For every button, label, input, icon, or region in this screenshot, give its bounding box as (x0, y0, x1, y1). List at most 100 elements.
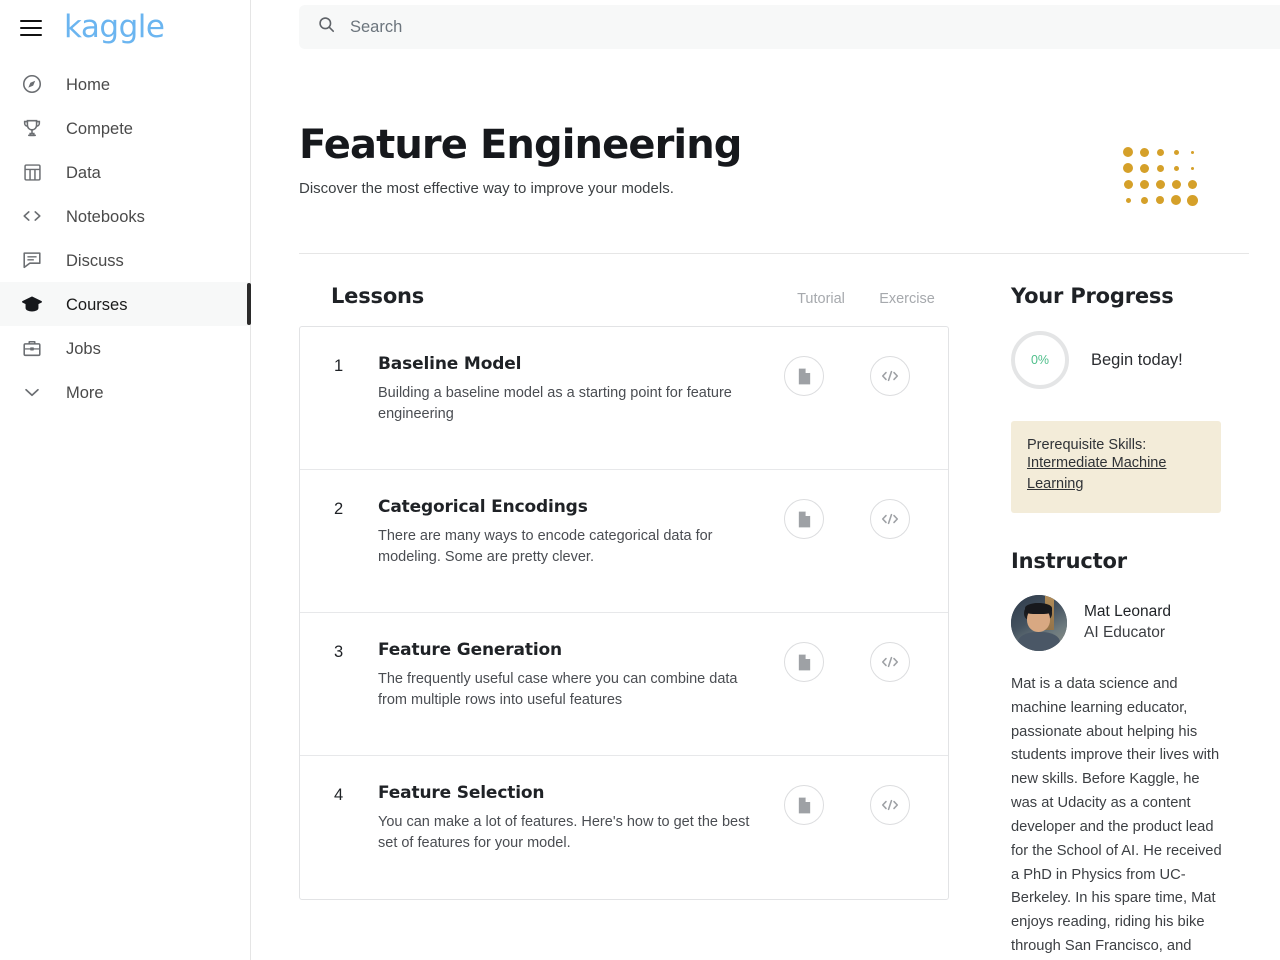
sidebar-item-more[interactable]: More (0, 370, 250, 414)
chevron-down-icon (19, 379, 45, 405)
document-icon (796, 653, 813, 672)
decorative-dot (1168, 144, 1184, 160)
lesson-number: 2 (334, 500, 344, 518)
lesson-title[interactable]: Feature Generation (378, 640, 758, 660)
sidebar-item-label: Jobs (66, 339, 101, 358)
instructor-row: Mat Leonard AI Educator (1011, 595, 1233, 652)
sidebar-item-courses[interactable]: Courses (0, 282, 251, 326)
progress-ring: 0% (1011, 331, 1069, 389)
sidebar-brand-row: kaggle (0, 0, 250, 56)
course-info-panel: Your Progress 0% Begin today! Prerequisi… (1011, 284, 1233, 960)
lesson-description: You can make a lot of features. Here's h… (378, 814, 750, 851)
main-content: Search Feature Engineering Discover the … (251, 0, 1280, 960)
decorative-dot-grid (1120, 144, 1200, 208)
decorative-dot (1152, 160, 1168, 176)
decorative-dot (1184, 192, 1200, 208)
lesson-row[interactable]: 2 Categorical Encodings There are many way… (300, 470, 948, 613)
decorative-dot (1168, 192, 1184, 208)
code-brackets-icon (880, 654, 900, 670)
tutorial-button[interactable] (784, 499, 824, 539)
instructor-bio: Mat is a data science and machine learni… (1011, 676, 1222, 954)
trophy-icon (19, 115, 45, 141)
search-icon (317, 15, 336, 39)
decorative-dot (1152, 192, 1168, 208)
sidebar-item-home[interactable]: Home (0, 62, 250, 106)
sidebar-item-data[interactable]: Data (0, 150, 250, 194)
lesson-number: 4 (334, 786, 344, 804)
lesson-title[interactable]: Feature Selection (378, 783, 758, 803)
search-input[interactable]: Search (350, 18, 402, 37)
instructor-role: AI Educator (1084, 624, 1165, 642)
sidebar: kaggle Home Compete Data Notebooks Discu… (0, 0, 251, 960)
decorative-dot (1120, 192, 1136, 208)
lesson-title[interactable]: Baseline Model (378, 354, 758, 374)
exercise-button-cell (848, 356, 932, 396)
sidebar-item-compete[interactable]: Compete (0, 106, 250, 150)
lesson-description: The frequently useful case where you can… (378, 671, 738, 708)
tutorial-button[interactable] (784, 785, 824, 825)
exercise-button[interactable] (870, 642, 910, 682)
code-brackets-icon (880, 368, 900, 384)
code-brackets-icon (880, 797, 900, 813)
exercise-button-cell (848, 499, 932, 539)
exercise-button[interactable] (870, 356, 910, 396)
lessons-section: Lessons Tutorial Exercise 1 Baseline Mode… (299, 284, 949, 960)
decorative-dot (1152, 144, 1168, 160)
lessons-card: 1 Baseline Model Building a baseline model… (299, 326, 949, 900)
document-icon (796, 367, 813, 386)
decorative-dot (1168, 176, 1184, 192)
prerequisite-box: Prerequisite Skills: Intermediate Machin… (1011, 421, 1221, 514)
graduation-cap-icon (19, 291, 45, 317)
lesson-actions (760, 354, 948, 396)
tutorial-button-cell (760, 356, 848, 396)
sidebar-nav: Home Compete Data Notebooks Discuss Cour… (0, 62, 251, 414)
lesson-number: 1 (334, 357, 344, 375)
search-bar[interactable]: Search (299, 5, 1280, 49)
sidebar-item-discuss[interactable]: Discuss (0, 238, 250, 282)
sidebar-item-label: More (66, 383, 104, 402)
instructor-avatar (1011, 595, 1067, 652)
lesson-row[interactable]: 3 Feature Generation The frequently useful… (300, 613, 948, 756)
decorative-dot (1136, 160, 1152, 176)
sidebar-item-jobs[interactable]: Jobs (0, 326, 250, 370)
exercise-button[interactable] (870, 785, 910, 825)
lesson-text: Feature Selection You can make a lot of f… (378, 783, 758, 853)
section-divider (299, 253, 1249, 254)
decorative-dot (1168, 160, 1184, 176)
decorative-dot (1184, 160, 1200, 176)
exercise-button-cell (848, 642, 932, 682)
decorative-dot (1184, 176, 1200, 192)
tutorial-button[interactable] (784, 642, 824, 682)
progress-title: Your Progress (1011, 284, 1174, 308)
decorative-dot (1184, 144, 1200, 160)
progress-percent: 0% (1030, 353, 1050, 367)
column-header-tutorial: Tutorial (797, 291, 845, 307)
lesson-row[interactable]: 4 Feature Selection You can make a lot of … (300, 756, 948, 899)
sidebar-item-label: Courses (66, 295, 128, 314)
comment-icon (19, 247, 45, 273)
document-icon (796, 796, 813, 815)
lessons-title: Lessons (331, 284, 425, 308)
decorative-dot (1120, 160, 1136, 176)
instructor-identity: Mat Leonard AI Educator (1084, 602, 1171, 644)
sidebar-item-notebooks[interactable]: Notebooks (0, 194, 250, 238)
kaggle-logo[interactable]: kaggle (64, 11, 165, 43)
hamburger-icon[interactable] (20, 20, 42, 36)
page-header: Feature Engineering Discover the most ef… (299, 56, 1270, 206)
decorative-dot (1136, 192, 1152, 208)
lesson-actions (760, 497, 948, 539)
document-icon (796, 510, 813, 529)
prerequisite-link[interactable]: Intermediate Machine Learning (1027, 455, 1166, 492)
lesson-text: Baseline Model Building a baseline model … (378, 354, 758, 424)
lesson-description: There are many ways to encode categorica… (378, 528, 713, 565)
prerequisite-title: Prerequisite Skills: (1027, 437, 1147, 453)
lesson-number: 3 (334, 643, 344, 661)
lesson-title[interactable]: Categorical Encodings (378, 497, 758, 517)
content-area: Feature Engineering Discover the most ef… (299, 56, 1270, 960)
table-icon (19, 159, 45, 185)
lesson-row[interactable]: 1 Baseline Model Building a baseline model… (300, 327, 948, 470)
exercise-button[interactable] (870, 499, 910, 539)
sidebar-item-label: Home (66, 75, 111, 94)
sidebar-item-label: Notebooks (66, 207, 145, 226)
tutorial-button[interactable] (784, 356, 824, 396)
